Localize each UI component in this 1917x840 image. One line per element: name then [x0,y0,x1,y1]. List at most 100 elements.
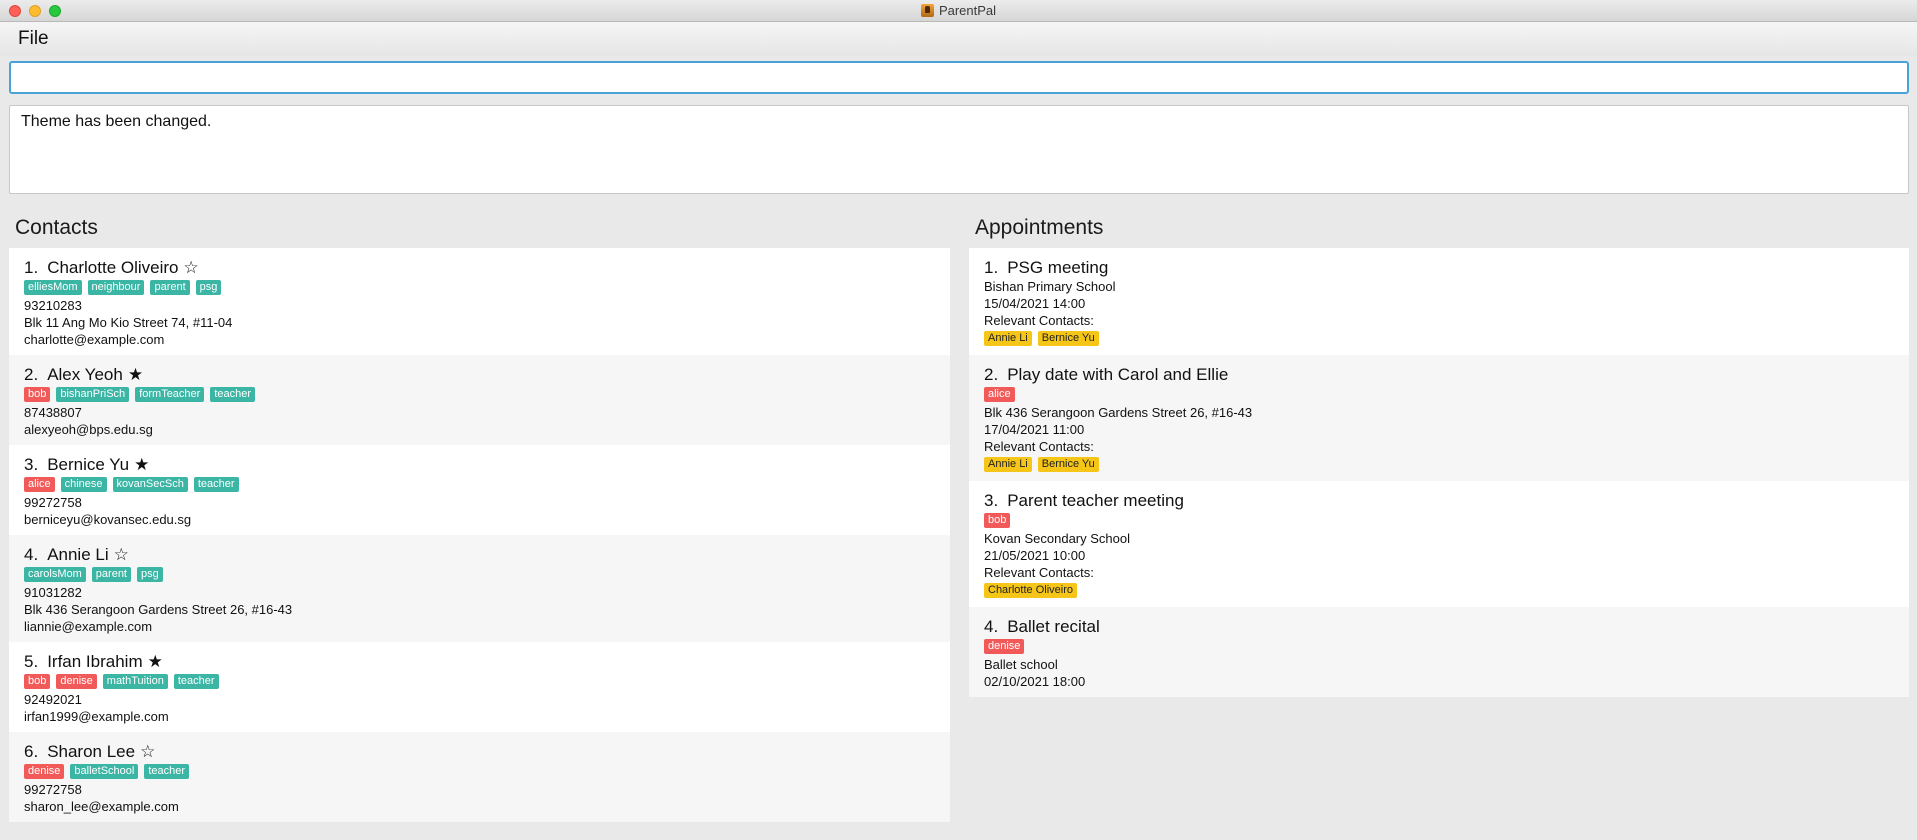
appointments-detail-line: 15/04/2021 14:00 [984,296,1086,311]
appointments-card[interactable]: 3. Parent teacher meeting bob Kovan Seconda… [969,481,1909,607]
appointments-detail-line: 02/10/2021 18:00 [984,674,1086,689]
contacts-card[interactable]: 6. Sharon Lee ☆ denise balletSchool teacher 99… [9,732,950,822]
contacts-name-row: 3. Bernice Yu ★ [24,455,935,475]
window-title-wrap: ParentPal [0,3,1917,18]
contacts-index: 1. [24,258,39,277]
contacts-tags: elliesMom neighbour parent psg [24,280,935,297]
contacts-detail-line: sharon_lee@example.com [24,799,179,814]
app-icon [920,4,934,17]
contacts-index: 4. [24,545,39,564]
tag-label: chinese [60,477,107,492]
contacts-tags: denise balletSchool teacher [24,764,935,781]
relevant-contact-tag: Charlotte Oliveiro [984,583,1077,598]
contacts-detail-line: 91031282 [24,585,82,600]
contacts-tags: bob denise mathTuition teacher [24,674,935,691]
contacts-name-row: 1. Charlotte Oliveiro ☆ [24,258,935,278]
appointments-detail-line: Relevant Contacts: [984,313,1094,328]
appointments-detail-line: 21/05/2021 10:00 [984,548,1086,563]
contacts-tags: bob bishanPriSch formTeacher teacher [24,387,935,404]
tag-label: formTeacher [135,387,205,402]
relevant-contact-tag: Annie Li [984,331,1032,346]
tag-label: psg [195,280,222,295]
contacts-name: Irfan Ibrahim [47,652,143,671]
appointments-tags: bob [984,513,1894,530]
appointments-list[interactable]: 1. PSG meeting Bishan Primary School 15/04/… [969,248,1909,697]
favorite-star-filled-icon[interactable]: ★ [148,652,163,671]
favorite-star-filled-icon[interactable]: ★ [134,455,149,474]
tag-label: denise [56,674,97,689]
appointments-detail-line: 17/04/2021 11:00 [984,422,1085,437]
contacts-detail-line: 93210283 [24,298,82,313]
title-bar: ParentPal [0,0,1917,22]
tag-label: kovanSecSch [112,477,188,492]
appointments-name-row: 1. PSG meeting [984,258,1894,278]
contacts-index: 2. [24,365,39,384]
contacts-card[interactable]: 1. Charlotte Oliveiro ☆ elliesMom neighbour p… [9,248,950,355]
contacts-card[interactable]: 5. Irfan Ibrahim ★ bob denise mathTuition teac… [9,642,950,732]
contacts-card[interactable]: 2. Alex Yeoh ★ bob bishanPriSch formTeacher te… [9,355,950,445]
contacts-card[interactable]: 4. Annie Li ☆ carolsMom parent psg 91031282 Blk… [9,535,950,642]
contacts-index: 3. [24,455,39,474]
tag-label: mathTuition [102,674,168,689]
contacts-detail-line: Blk 11 Ang Mo Kio Street 74, #11-04 [24,315,233,330]
tag-label: bob [984,513,1011,528]
contacts-detail-line: berniceyu@kovansec.edu.sg [24,512,192,527]
appointments-index: 1. [984,258,999,277]
appointments-card[interactable]: 4. Ballet recital denise Ballet school 02/10… [969,607,1909,697]
appointments-detail-line: Blk 436 Serangoon Gardens Street 26, #16… [984,405,1253,420]
relevant-contact-tag: Bernice Yu [1037,331,1099,346]
relevant-contacts-tags: Annie Li Bernice Yu [984,331,1894,348]
contacts-list[interactable]: 1. Charlotte Oliveiro ☆ elliesMom neighbour p… [9,248,950,822]
contacts-name: Sharon Lee [47,742,136,761]
appointments-detail-line: Relevant Contacts: [984,565,1094,580]
favorite-star-outline-icon[interactable]: ☆ [140,742,155,761]
contacts-name: Alex Yeoh [47,365,123,384]
tag-label: neighbour [87,280,145,295]
favorite-star-filled-icon[interactable]: ★ [128,365,143,384]
appointments-detail-line: Relevant Contacts: [984,439,1094,454]
appointments-detail-line: Kovan Secondary School [984,531,1130,546]
contacts-tags: carolsMom parent psg [24,567,935,584]
favorite-star-outline-icon[interactable]: ☆ [114,545,129,564]
tag-label: teacher [173,674,219,689]
appointments-name-row: 4. Ballet recital [984,617,1894,637]
tag-label: parent [91,567,131,582]
favorite-star-outline-icon[interactable]: ☆ [184,258,199,277]
appointments-detail-line: Bishan Primary School [984,279,1116,294]
appointments-name: Play date with Carol and Ellie [1007,365,1229,384]
contacts-card[interactable]: 3. Bernice Yu ★ alice chinese kovanSecSch teac… [9,445,950,535]
relevant-contact-tag: Bernice Yu [1037,457,1099,472]
contacts-detail-line: Blk 436 Serangoon Gardens Street 26, #16… [24,602,293,617]
appointments-detail-line: Ballet school [984,657,1058,672]
appointments-name: Parent teacher meeting [1007,491,1184,510]
window-title: ParentPal [938,3,997,18]
contacts-detail-line: alexyeoh@bps.edu.sg [24,422,153,437]
tag-label: bob [24,674,51,689]
contacts-name-row: 4. Annie Li ☆ [24,545,935,565]
command-input[interactable] [9,61,1909,94]
tag-label: teacher [210,387,256,402]
contacts-detail-line: irfan1999@example.com [24,709,169,724]
appointments-name: PSG meeting [1007,258,1109,277]
appointments-name: Ballet recital [1007,617,1100,636]
tag-label: denise [24,764,65,779]
menu-file[interactable]: File [18,28,49,50]
result-display: Theme has been changed. [9,105,1909,194]
menu-bar: File [0,22,1917,56]
appointments-card[interactable]: 1. PSG meeting Bishan Primary School 15/04/… [969,248,1909,355]
relevant-contact-tag: Annie Li [984,457,1032,472]
tag-label: elliesMom [24,280,82,295]
appointments-title: Appointments [975,216,1104,239]
relevant-contacts-tags: Annie Li Bernice Yu [984,457,1894,474]
contacts-index: 5. [24,652,39,671]
tag-label: teacher [144,764,190,779]
relevant-contacts-tags: Charlotte Oliveiro [984,583,1894,600]
appointments-card[interactable]: 2. Play date with Carol and Ellie alice Blk… [969,355,1909,481]
tag-label: bishanPriSch [56,387,130,402]
appointments-tags: alice [984,387,1894,404]
contacts-name-row: 6. Sharon Lee ☆ [24,742,935,762]
result-text: Theme has been changed. [21,113,212,130]
contacts-detail-line: 99272758 [24,495,82,510]
contacts-detail-line: 99272758 [24,782,82,797]
appointments-index: 3. [984,491,999,510]
